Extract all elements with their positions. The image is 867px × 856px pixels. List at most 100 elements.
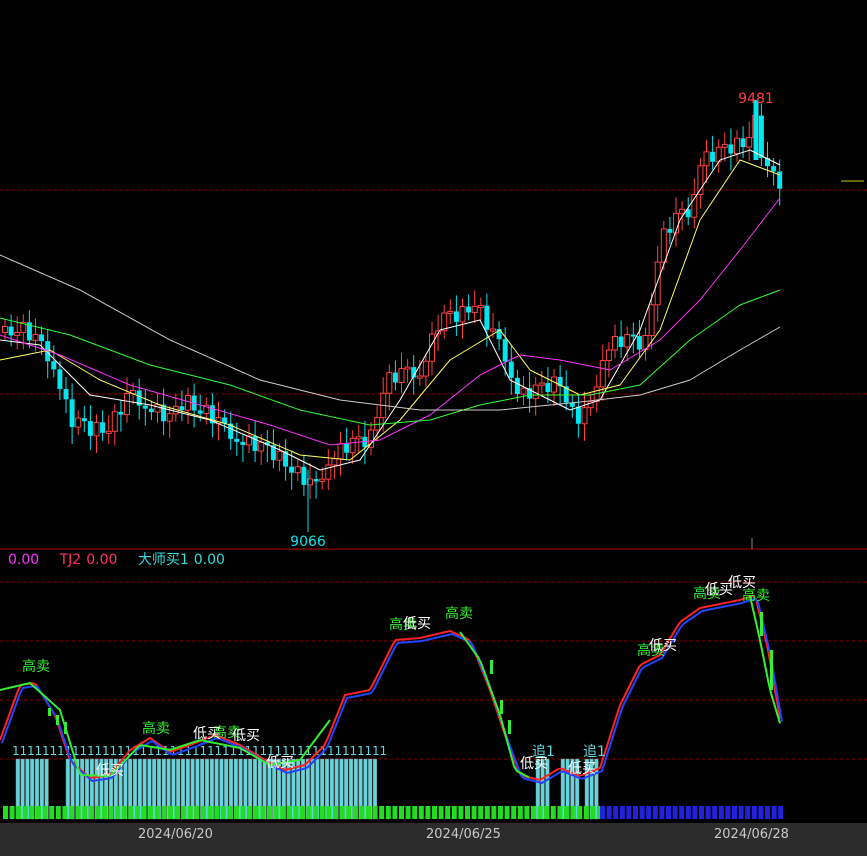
bar-tag-label: 1 [372, 744, 380, 758]
signal-square-green [267, 806, 272, 819]
signal-square-blue [626, 806, 632, 819]
candle-body [490, 328, 496, 332]
bar-tag-label: 1 [110, 744, 118, 758]
signal-square-green [260, 806, 266, 819]
candle-body [551, 376, 557, 393]
signal-square-green [240, 806, 246, 819]
candle-body [289, 466, 295, 473]
signal-square-green [62, 806, 68, 819]
signal-square-green [82, 806, 88, 819]
bar-tag-label: 1 [20, 744, 28, 758]
signal-square-green [293, 806, 299, 819]
candle-body [599, 360, 606, 388]
candle-body [654, 261, 661, 306]
signal-square-blue [738, 806, 744, 819]
signal-spike [508, 720, 511, 734]
signal-square-green [161, 806, 167, 819]
candle-body [721, 143, 728, 148]
signal-square-green [372, 806, 378, 819]
signal-square-green [379, 806, 385, 819]
candle-body [105, 430, 112, 434]
candle-body [386, 372, 393, 394]
candle-body [447, 310, 454, 314]
signal-label: 高卖 [445, 605, 473, 622]
candle-body [746, 137, 753, 148]
x-tick-label: 2024/06/25 [426, 827, 501, 842]
candle-body [118, 411, 124, 415]
candle-body [57, 369, 63, 389]
candle-body [624, 334, 631, 348]
signal-label: 追1 [532, 744, 555, 760]
candle-body [81, 418, 87, 422]
candle-body [545, 383, 551, 393]
candle-body [404, 366, 411, 370]
signal-square-green [181, 806, 187, 819]
signal-square-green [583, 806, 589, 819]
signal-square-green [36, 806, 41, 819]
candle-body [301, 466, 307, 485]
signal-square-blue [778, 806, 784, 819]
signal-square-blue [606, 806, 612, 819]
candle-body [679, 208, 686, 214]
signal-label: 追1 [583, 744, 606, 760]
signal-square-green [544, 806, 550, 819]
candle-body [508, 361, 514, 378]
candle-body [728, 144, 734, 154]
candle-body [349, 437, 356, 454]
candle-body [319, 478, 326, 482]
bar-tag-label: 1 [57, 744, 65, 758]
bar-tag-label: 1 [335, 744, 343, 758]
signal-square-green [471, 806, 477, 819]
bar-tag-label: 1 [35, 744, 43, 758]
bar-tag-label: 1 [350, 744, 358, 758]
signal-square-green [220, 806, 226, 819]
signal-square-blue [692, 806, 698, 819]
signal-square-green [399, 806, 404, 819]
low-price-label: 9066 [290, 534, 326, 550]
candle-body [148, 408, 154, 413]
signal-square-green [16, 806, 22, 819]
candle-body [39, 334, 45, 342]
x-tick-label: 2024/06/28 [714, 827, 789, 842]
signal-label: 低买 [568, 761, 596, 777]
signal-square-green [438, 806, 444, 819]
candle-body [648, 304, 655, 336]
signal-square-green [339, 806, 345, 819]
signal-square-blue [613, 806, 619, 819]
candle-body [331, 458, 338, 466]
signal-square-green [49, 806, 55, 819]
signal-spike [490, 660, 493, 674]
signal-square-blue [685, 806, 691, 819]
signal-spike [64, 722, 67, 734]
candle-body [161, 404, 167, 422]
bar-tag-label: 1 [80, 744, 88, 758]
signal-square-green [187, 806, 193, 819]
candle-body [185, 395, 191, 411]
signal-square-green [247, 806, 253, 819]
candle-body [344, 443, 350, 453]
candle-body [337, 443, 344, 460]
candle-body [758, 115, 764, 158]
candle-body [416, 375, 423, 379]
candle-body [240, 441, 246, 445]
signal-square-green [141, 806, 147, 819]
signal-square-green [557, 806, 563, 819]
candle-body [166, 413, 173, 422]
signal-square-blue [679, 806, 685, 819]
signal-square-green [577, 806, 583, 819]
candlestick-chart: 948190661 1 1 1 1 1 1 1 1 1 1 1 1 1 1 1 1 1 1 1 1 1 1 1 1 1 1 1 1 1 1 1… [0, 91, 867, 820]
signal-square-blue [672, 806, 678, 819]
signal-square-green [319, 806, 325, 819]
candle-body [538, 382, 545, 386]
candle-body [14, 331, 21, 336]
candle-body [32, 334, 39, 341]
bar-tag-label: 1 [27, 744, 35, 758]
bar-tag-label: 1 [200, 744, 208, 758]
bar-tag-label: 1 [50, 744, 58, 758]
signal-square-blue [652, 806, 658, 819]
signal-square-green [531, 806, 536, 819]
signal-square-green [201, 806, 206, 819]
bar-tag-label: 1 [87, 744, 95, 758]
candle-body [422, 360, 429, 377]
signal-square-blue [646, 806, 652, 819]
